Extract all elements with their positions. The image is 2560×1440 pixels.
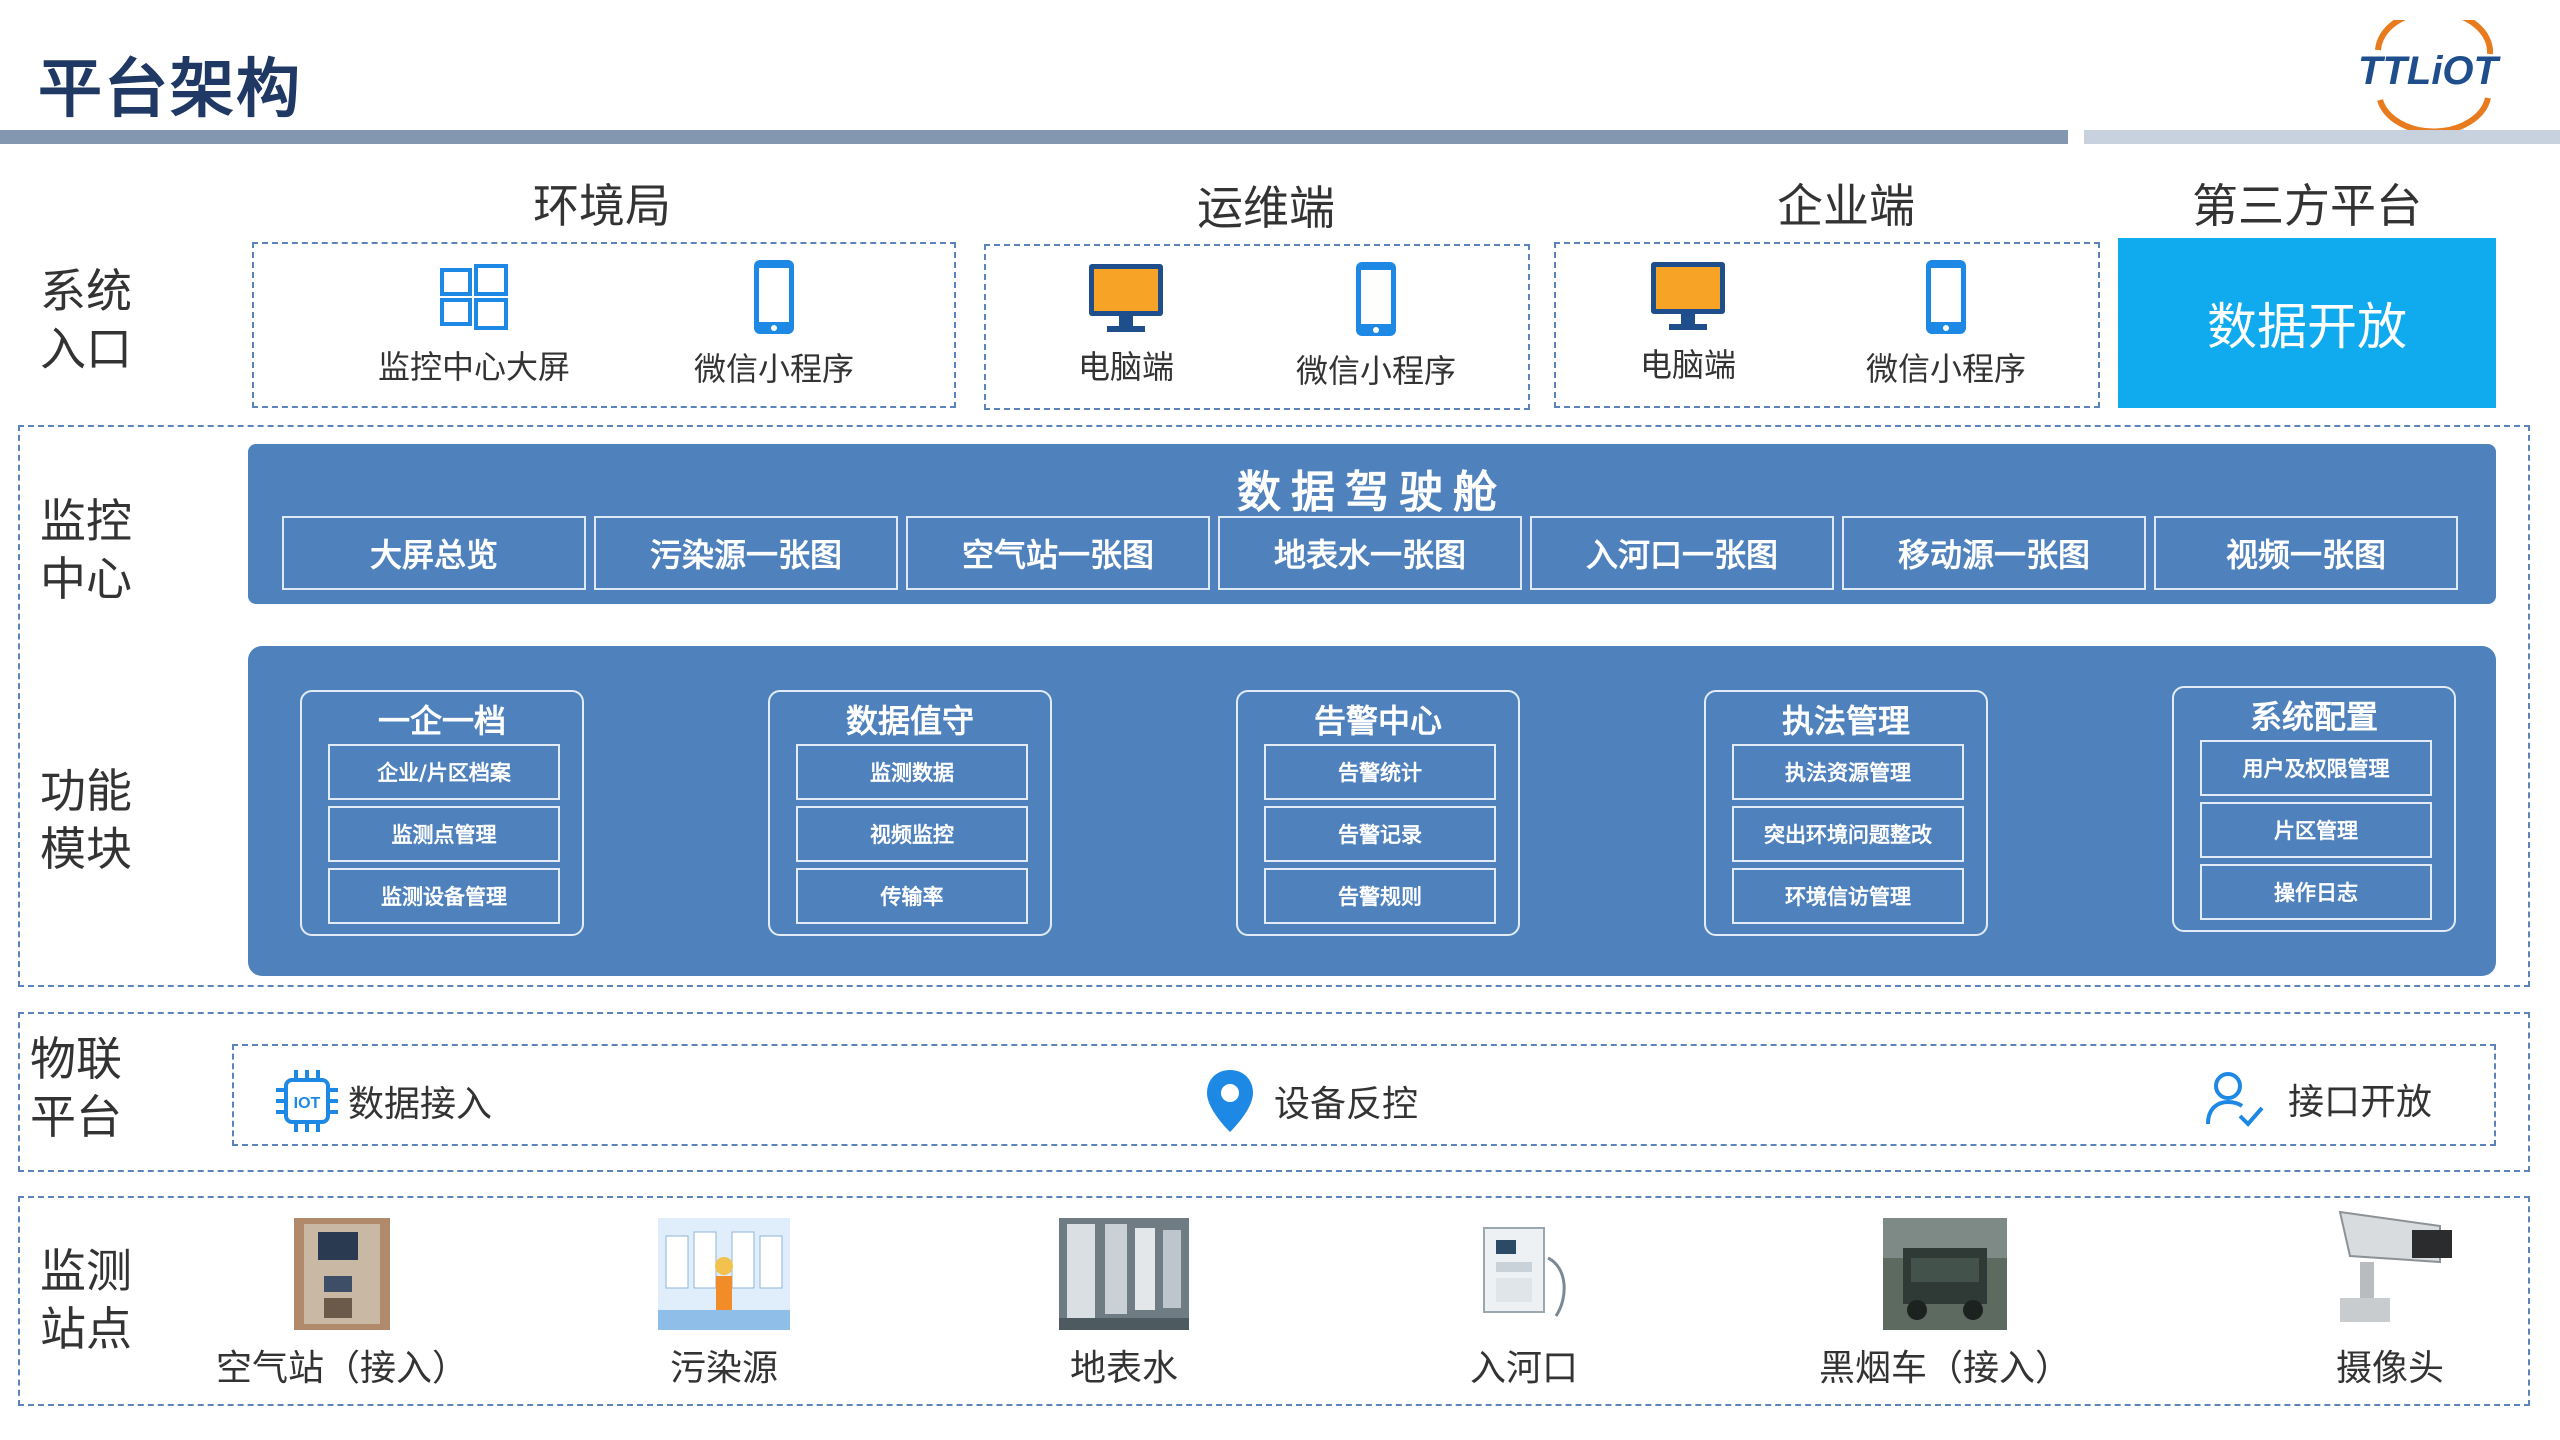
iot-item-data-access[interactable]: IOT 数据接入 (274, 1068, 492, 1134)
site-air-station[interactable]: 空气站（接入） (212, 1218, 472, 1391)
client-title-enterprise: 企业端 (1777, 179, 1915, 233)
client-title-env-bureau: 环境局 (533, 179, 671, 233)
monitor-icon (1089, 264, 1163, 332)
monitor-icon (1651, 262, 1725, 330)
module-title: 数据值守 (845, 702, 974, 740)
module-item[interactable]: 监测设备管理 (328, 868, 560, 924)
pollution-source-image (658, 1218, 790, 1330)
cockpit-tab-surface-water[interactable]: 地表水一张图 (1218, 516, 1522, 590)
location-pin-icon (1207, 1070, 1253, 1132)
camera-image (2320, 1206, 2460, 1330)
client-box-env-bureau: 监控中心大屏 微信小程序 (252, 242, 956, 408)
client-box-enterprise: 电脑端 微信小程序 (1554, 242, 2100, 408)
user-check-icon (2206, 1072, 2264, 1127)
cockpit-tab-mobile-source[interactable]: 移动源一张图 (1842, 516, 2146, 590)
river-outlet-image (1464, 1218, 1584, 1330)
site-surface-water[interactable]: 地表水 (1024, 1218, 1224, 1391)
client-item-big-screen[interactable]: 监控中心大屏 (334, 262, 614, 388)
cockpit-tab-river-outlet[interactable]: 入河口一张图 (1530, 516, 1834, 590)
cockpit-tab-video[interactable]: 视频一张图 (2154, 516, 2458, 590)
site-river-outlet[interactable]: 入河口 (1424, 1218, 1624, 1391)
client-box-ops: 电脑端 微信小程序 (984, 244, 1530, 410)
module-system-config: 系统配置 用户及权限管理 片区管理 操作日志 (2172, 686, 2456, 932)
cockpit-tab-air-station[interactable]: 空气站一张图 (906, 516, 1210, 590)
black-smoke-vehicle-image (1883, 1218, 2007, 1330)
data-open-button[interactable]: 数据开放 (2118, 238, 2496, 408)
svg-text:IOT: IOT (294, 1095, 321, 1112)
module-item[interactable]: 视频监控 (796, 806, 1028, 862)
phone-icon (754, 260, 794, 334)
cockpit-tab-pollution-source[interactable]: 污染源一张图 (594, 516, 898, 590)
client-item-pc[interactable]: 电脑端 (1036, 262, 1216, 388)
module-item[interactable]: 片区管理 (2200, 802, 2432, 858)
module-title: 系统配置 (2249, 698, 2378, 736)
module-item[interactable]: 监测数据 (796, 744, 1028, 800)
client-item-pc[interactable]: 电脑端 (1598, 260, 1778, 386)
header-divider (0, 130, 2068, 144)
site-pollution-source[interactable]: 污染源 (624, 1218, 824, 1391)
client-item-mini-program[interactable]: 微信小程序 (1276, 260, 1476, 392)
ttliot-logo: TTLiOT (2350, 8, 2510, 135)
windows-icon (440, 264, 508, 330)
module-law-enforcement: 执法管理 执法资源管理 突出环境问题整改 环境信访管理 (1704, 690, 1988, 936)
function-modules-panel: 一企一档 企业/片区档案 监测点管理 监测设备管理 数据值守 监测数据 视频监控… (248, 646, 2496, 976)
page-title: 平台架构 (38, 53, 302, 127)
header-divider-light (2084, 130, 2560, 144)
row-label-system-entry: 系统 入口 (40, 264, 132, 376)
client-title-ops: 运维端 (1197, 181, 1335, 235)
surface-water-image (1059, 1218, 1189, 1330)
site-black-smoke-vehicle[interactable]: 黑烟车（接入） (1800, 1218, 2090, 1391)
iot-chip-icon: IOT (276, 1070, 338, 1132)
module-item[interactable]: 传输率 (796, 868, 1028, 924)
module-alarm-center: 告警中心 告警统计 告警记录 告警规则 (1236, 690, 1520, 936)
module-item[interactable]: 告警记录 (1264, 806, 1496, 862)
module-enterprise-archive: 一企一档 企业/片区档案 监测点管理 监测设备管理 (300, 690, 584, 936)
svg-text:TTLiOT: TTLiOT (2358, 49, 2502, 93)
phone-icon (1926, 260, 1966, 334)
site-camera[interactable]: 摄像头 (2300, 1206, 2480, 1391)
module-item[interactable]: 告警规则 (1264, 868, 1496, 924)
module-item[interactable]: 告警统计 (1264, 744, 1496, 800)
module-item[interactable]: 执法资源管理 (1732, 744, 1964, 800)
module-item[interactable]: 企业/片区档案 (328, 744, 560, 800)
air-station-image (294, 1218, 390, 1330)
module-title: 告警中心 (1313, 702, 1442, 740)
cockpit-tab-overview[interactable]: 大屏总览 (282, 516, 586, 590)
client-item-mini-program[interactable]: 微信小程序 (1846, 258, 2046, 390)
module-item[interactable]: 用户及权限管理 (2200, 740, 2432, 796)
module-item[interactable]: 监测点管理 (328, 806, 560, 862)
module-title: 执法管理 (1781, 702, 1910, 740)
client-title-third-party: 第三方平台 (2192, 179, 2422, 233)
module-data-watch: 数据值守 监测数据 视频监控 传输率 (768, 690, 1052, 936)
module-title: 一企一档 (377, 702, 506, 740)
client-item-mini-program[interactable]: 微信小程序 (674, 258, 874, 390)
phone-icon (1356, 262, 1396, 336)
module-item[interactable]: 环境信访管理 (1732, 868, 1964, 924)
iot-item-device-control[interactable]: 设备反控 (1204, 1068, 1418, 1134)
module-item[interactable]: 操作日志 (2200, 864, 2432, 920)
module-item[interactable]: 突出环境问题整改 (1732, 806, 1964, 862)
data-cockpit-panel: 数据驾驶舱 大屏总览 污染源一张图 空气站一张图 地表水一张图 入河口一张图 移… (248, 444, 2496, 604)
cockpit-title: 数据驾驶舱 (1237, 467, 1507, 518)
iot-item-api-open[interactable]: 接口开放 (2204, 1068, 2432, 1130)
